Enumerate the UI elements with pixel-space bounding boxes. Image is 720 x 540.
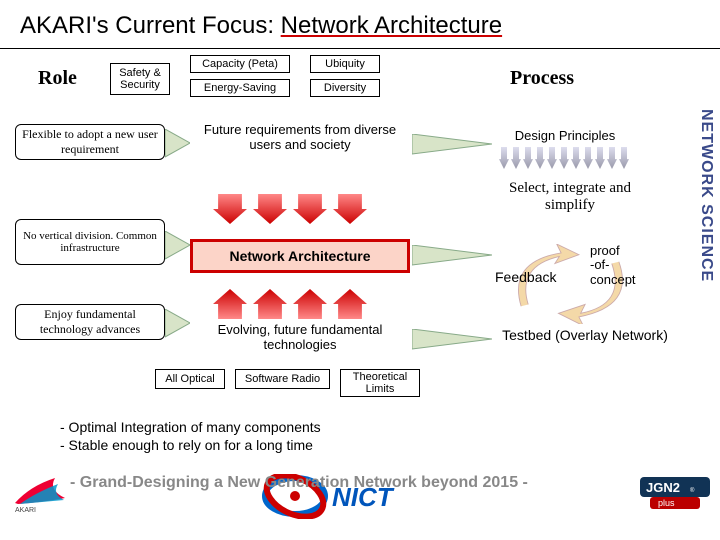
select-integrate: Select, integrate and simplify <box>490 179 650 215</box>
role-flexible: Flexible to adopt a new user requirement <box>15 124 165 160</box>
side-label: NETWORK SCIENCE <box>697 109 715 282</box>
svg-text:AKARI: AKARI <box>15 507 36 513</box>
network-architecture-box: Network Architecture <box>190 239 410 273</box>
tech-optical: All Optical <box>155 369 225 389</box>
footer-line-1: - Optimal Integration of many components <box>60 419 321 435</box>
title-underlined: Network Architecture <box>281 12 502 39</box>
svg-text:®: ® <box>690 487 695 494</box>
role-heading: Role <box>38 67 77 90</box>
tech-limits: Theoretical Limits <box>340 369 420 397</box>
akari-logo-icon: AKARI <box>10 468 70 513</box>
svg-text:JGN2: JGN2 <box>646 480 680 495</box>
role-novert: No vertical division. Common infrastruct… <box>15 219 165 265</box>
footer-line-2: - Stable enough to rely on for a long ti… <box>60 437 313 453</box>
tri-right-icon <box>412 134 492 156</box>
testbed-label: Testbed (Overlay Network) <box>500 327 670 343</box>
grand-design-text: - Grand-Designing a New Generation Netwo… <box>70 474 528 492</box>
tri-right-icon <box>412 245 492 267</box>
grid-safety: Safety & Security <box>110 63 170 95</box>
feedback-label: Feedback <box>495 269 556 285</box>
tri-icon <box>165 129 190 159</box>
future-req: Future requirements from diverse users a… <box>190 119 410 155</box>
svg-text:plus: plus <box>658 498 675 508</box>
tri-icon <box>165 309 190 339</box>
red-arrows-down <box>210 194 390 234</box>
proof-label: proof -of- concept <box>590 244 636 287</box>
diagram-canvas: Role Process NETWORK SCIENCE Safety & Se… <box>0 49 720 519</box>
tri-right-icon <box>412 329 492 351</box>
red-arrows-up <box>210 279 390 319</box>
page-title: AKARI's Current Focus: Network Architect… <box>0 0 720 49</box>
grid-ubiquity: Ubiquity <box>310 55 380 73</box>
title-prefix: AKARI's Current Focus: <box>20 12 281 39</box>
blue-arrows-down <box>498 147 638 173</box>
tech-radio: Software Radio <box>235 369 330 389</box>
grid-diversity: Diversity <box>310 79 380 97</box>
jgn-logo-icon: JGN2 ® plus <box>640 475 710 513</box>
design-principles: Design Principles <box>490 124 640 146</box>
grid-energy: Energy-Saving <box>190 79 290 97</box>
process-heading: Process <box>510 67 574 90</box>
grid-capacity: Capacity (Peta) <box>190 55 290 73</box>
tri-icon <box>165 231 190 261</box>
evolving-tech: Evolving, future fundamental technologie… <box>190 319 410 355</box>
role-enjoy: Enjoy fundamental technology advances <box>15 304 165 340</box>
